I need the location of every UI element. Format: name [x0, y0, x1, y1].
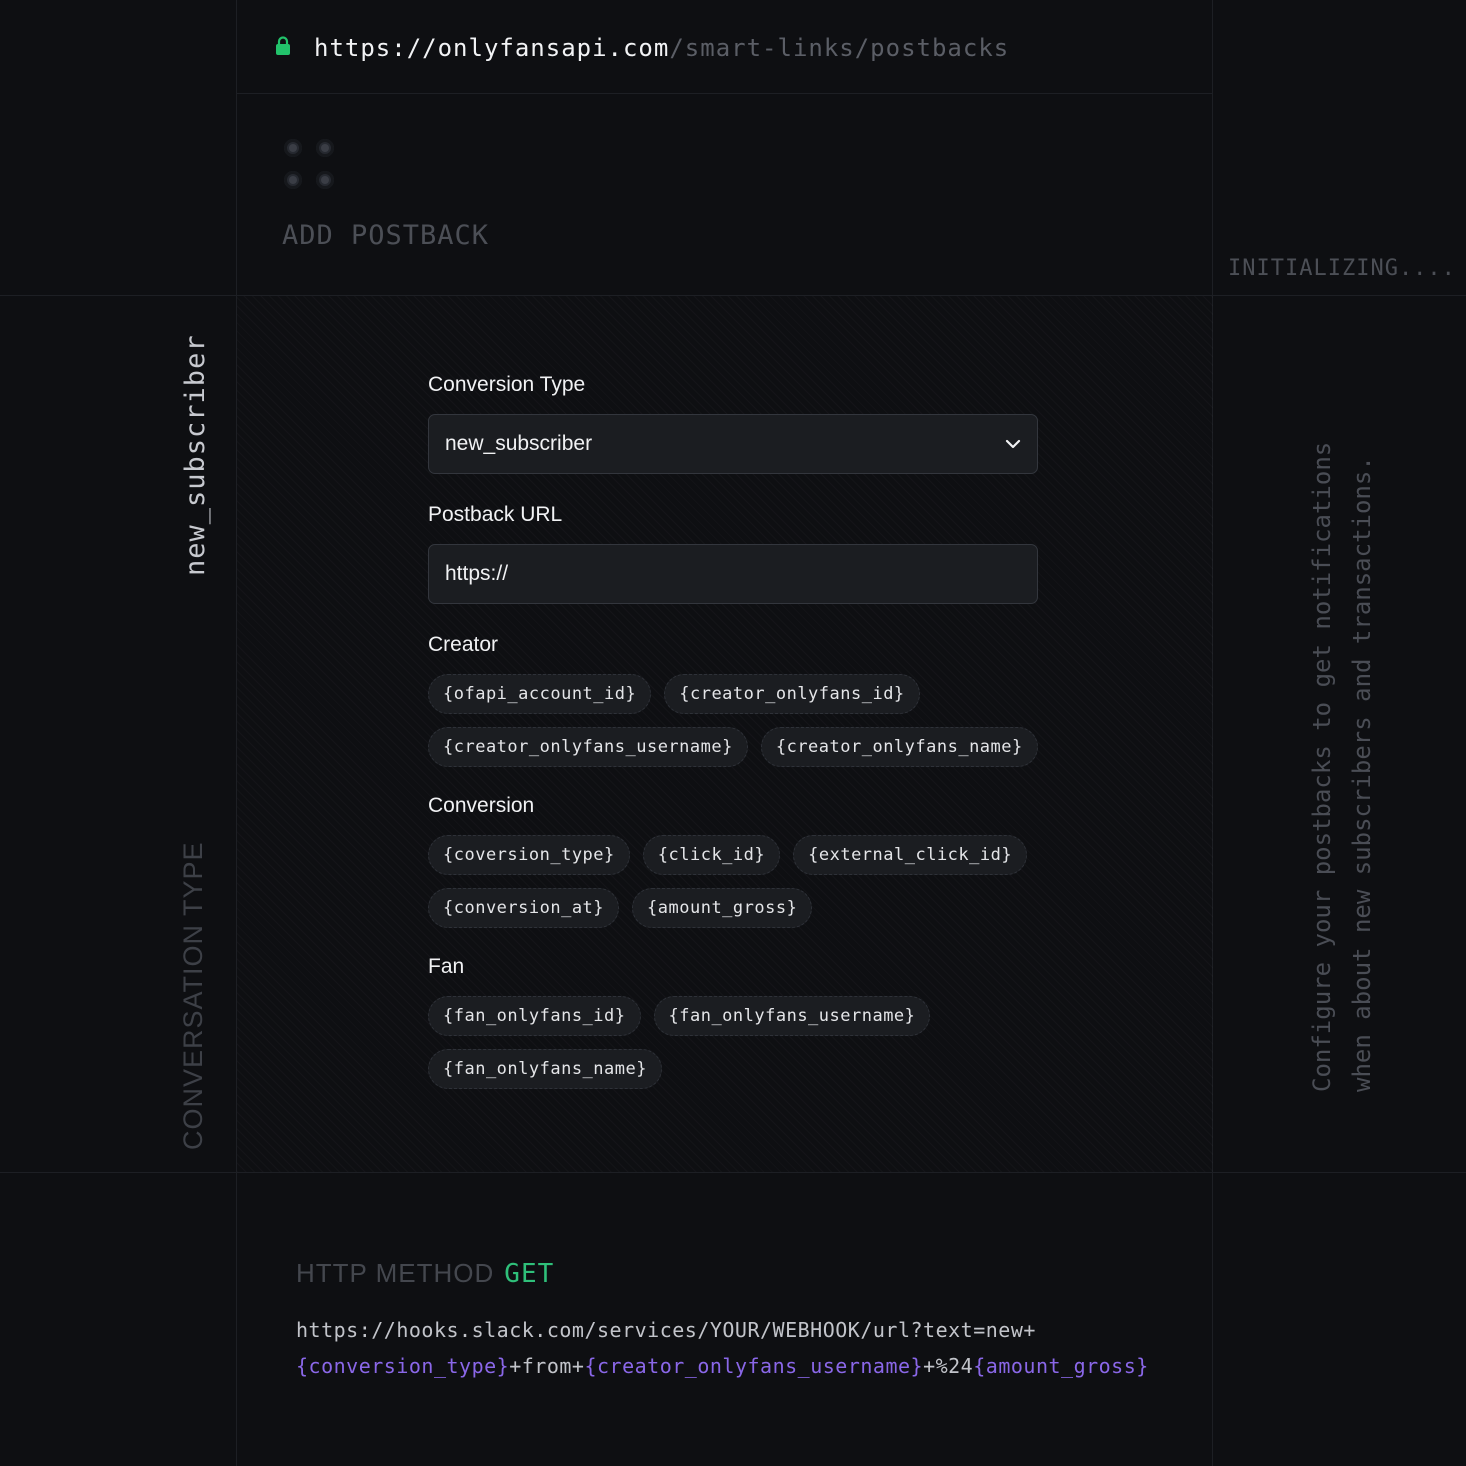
http-method-value: GET [504, 1259, 555, 1289]
urlbar-divider [237, 93, 1213, 94]
lock-icon [276, 36, 290, 55]
url-segment: +%24 [923, 1354, 974, 1378]
chip-coversion-type[interactable]: {coversion_type} [428, 835, 630, 875]
creator-chips: {ofapi_account_id} {creator_onlyfans_id}… [428, 674, 1048, 767]
url-segment: +from+ [509, 1354, 585, 1378]
url-host: https://onlyfansapi.com [314, 34, 670, 62]
conversion-type-label: Conversion Type [428, 373, 586, 396]
chip-amount-gross[interactable]: {amount_gross} [632, 888, 813, 928]
postback-url-label: Postback URL [428, 503, 563, 526]
chevron-down-icon [1005, 439, 1021, 449]
http-method-label: HTTP METHOD [296, 1258, 495, 1288]
conversion-type-select[interactable]: new_subscriber [428, 414, 1038, 474]
address-bar[interactable]: https://onlyfansapi.com/smart-links/post… [275, 30, 1009, 66]
chip-external-click-id[interactable]: {external_click_id} [793, 835, 1028, 875]
postback-url-input[interactable]: https:// [428, 544, 1038, 604]
chip-click-id[interactable]: {click_id} [642, 835, 781, 875]
url-placeholder: {creator_onlyfans_username} [584, 1354, 924, 1378]
description-vertical: Configure your postbacks to get notifica… [1308, 441, 1376, 1092]
chip-fan-onlyfans-username[interactable]: {fan_onlyfans_username} [653, 996, 931, 1036]
chip-creator-onlyfans-username[interactable]: {creator_onlyfans_username} [428, 727, 748, 767]
chip-conversion-at[interactable]: {conversion_at} [428, 888, 620, 928]
url-segment: https://hooks.slack.com/services/YOUR/WE… [296, 1318, 1036, 1342]
status-text: INITIALIZING.... [1228, 256, 1456, 281]
url-path: /smart-links/postbacks [669, 34, 1010, 62]
chip-fan-onlyfans-id[interactable]: {fan_onlyfans_id} [428, 996, 641, 1036]
postback-form: Conversion Type new_subscriber Postback … [428, 370, 1038, 1089]
conversion-type-value: new_subscriber [445, 432, 593, 455]
grid-dots-icon [284, 139, 344, 199]
fan-group-label: Fan [428, 955, 465, 978]
grid-line-bottom [0, 1172, 1466, 1173]
conversion-group-label: Conversion [428, 794, 535, 817]
url-placeholder: {conversion_type} [296, 1354, 510, 1378]
endpoint-preview: https://hooks.slack.com/services/YOUR/WE… [296, 1312, 1196, 1384]
fan-chips: {fan_onlyfans_id} {fan_onlyfans_username… [428, 996, 1048, 1089]
chip-ofapi-account-id[interactable]: {ofapi_account_id} [428, 674, 652, 714]
chip-fan-onlyfans-name[interactable]: {fan_onlyfans_name} [428, 1049, 662, 1089]
chip-creator-onlyfans-name[interactable]: {creator_onlyfans_name} [760, 727, 1038, 767]
page-title: ADD POSTBACK [282, 220, 490, 251]
postback-url-value: https:// [445, 562, 509, 585]
url-placeholder: {amount_gross} [973, 1354, 1149, 1378]
http-method: HTTP METHOD GET [296, 1258, 554, 1289]
conversion-chips: {coversion_type} {click_id} {external_cl… [428, 835, 1048, 928]
selected-type-vertical: new_subscriber [180, 334, 211, 576]
chip-creator-onlyfans-id[interactable]: {creator_onlyfans_id} [664, 674, 920, 714]
creator-group-label: Creator [428, 633, 499, 656]
conversation-type-vertical: CONVERSATION TYPE [178, 841, 208, 1150]
